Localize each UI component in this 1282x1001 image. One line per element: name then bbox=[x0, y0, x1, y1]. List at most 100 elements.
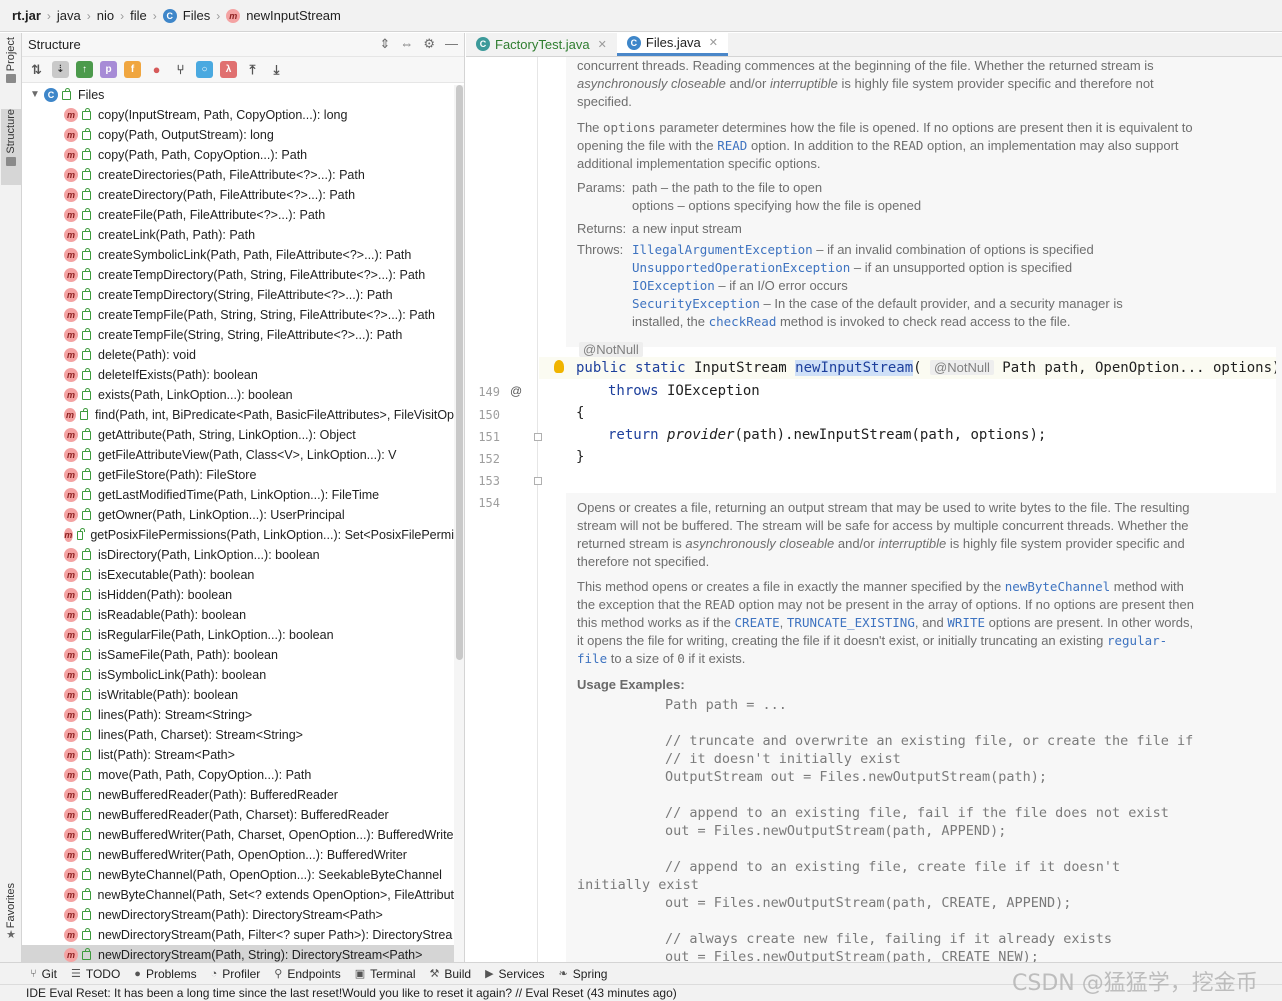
tree-item-method[interactable]: m createTempFile(String, String, FileAttr… bbox=[22, 325, 454, 345]
tree-item-method[interactable]: m newDirectoryStream(Path, String): Direc… bbox=[22, 945, 454, 962]
constant-link[interactable]: CREATE bbox=[735, 615, 780, 630]
sort-alphabetically-icon[interactable]: ⇣ bbox=[52, 61, 69, 78]
tree-item-method[interactable]: m getPosixFilePermissions(Path, LinkOptio… bbox=[22, 525, 454, 545]
autoscroll-to-source-icon[interactable]: ⤒ bbox=[244, 61, 261, 78]
constant-link[interactable]: WRITE bbox=[947, 615, 985, 630]
collapse-all-icon[interactable]: ⇔ bbox=[400, 36, 413, 52]
minimize-icon[interactable]: — bbox=[445, 36, 458, 52]
breadcrumb-item-java[interactable]: java bbox=[57, 8, 81, 23]
show-inherited-icon[interactable]: ↑ bbox=[76, 61, 93, 78]
tree-item-method[interactable]: m isDirectory(Path, LinkOption...): boole… bbox=[22, 545, 454, 565]
show-lambdas-filter-icon[interactable]: ⑂ bbox=[172, 61, 189, 78]
method-link[interactable]: checkRead bbox=[709, 314, 777, 329]
tree-item-method[interactable]: m createFile(Path, FileAttribute<?>...): … bbox=[22, 205, 454, 225]
tree-item-method[interactable]: m getAttribute(Path, String, LinkOption..… bbox=[22, 425, 454, 445]
sort-by-visibility-icon[interactable]: ⇅ bbox=[28, 61, 45, 78]
problems-tool-button[interactable]: ● Problems bbox=[134, 967, 196, 981]
tree-item-method[interactable]: m newBufferedReader(Path, Charset): Buffe… bbox=[22, 805, 454, 825]
tree-item-method[interactable]: m newDirectoryStream(Path, Filter<? super… bbox=[22, 925, 454, 945]
tree-item-method[interactable]: m move(Path, Path, CopyOption...): Path bbox=[22, 765, 454, 785]
tab-files[interactable]: C Files.java ✕ bbox=[616, 32, 729, 56]
tree-item-method[interactable]: m isReadable(Path): boolean bbox=[22, 605, 454, 625]
code-line-153[interactable]: } bbox=[576, 449, 584, 465]
structure-tool-tab[interactable]: Structure bbox=[1, 109, 21, 185]
tab-factorytest[interactable]: C FactoryTest.java ✕ bbox=[466, 32, 617, 56]
tree-item-method[interactable]: m newBufferedWriter(Path, Charset, OpenOp… bbox=[22, 825, 454, 845]
services-tool-button[interactable]: ▶ Services bbox=[485, 967, 544, 981]
tree-item-method[interactable]: m getFileStore(Path): FileStore bbox=[22, 465, 454, 485]
tree-item-method[interactable]: m deleteIfExists(Path): boolean bbox=[22, 365, 454, 385]
show-properties-icon[interactable]: p bbox=[100, 61, 117, 78]
tree-item-method[interactable]: m isRegularFile(Path, LinkOption...): boo… bbox=[22, 625, 454, 645]
expand-all-icon[interactable]: ⇕ bbox=[379, 36, 390, 52]
tree-item-method[interactable]: m newByteChannel(Path, OpenOption...): Se… bbox=[22, 865, 454, 885]
tree-item-method[interactable]: m createDirectories(Path, FileAttribute<?… bbox=[22, 165, 454, 185]
tree-item-method[interactable]: m getOwner(Path, LinkOption...): UserPrin… bbox=[22, 505, 454, 525]
code-line-149[interactable]: public static InputStream newInputStream… bbox=[576, 360, 1280, 376]
tree-root-files[interactable]: ▼ C Files bbox=[22, 85, 454, 105]
tree-item-method[interactable]: m newBufferedReader(Path): BufferedReader bbox=[22, 785, 454, 805]
spring-tool-button[interactable]: ❧ Spring bbox=[559, 967, 608, 981]
breadcrumb-item-files[interactable]: Files bbox=[183, 8, 210, 23]
tree-item-method[interactable]: m delete(Path): void bbox=[22, 345, 454, 365]
tree-item-method[interactable]: m isWritable(Path): boolean bbox=[22, 685, 454, 705]
breadcrumb-item-jar[interactable]: rt.jar bbox=[12, 8, 41, 23]
project-tool-tab[interactable]: Project bbox=[1, 37, 21, 99]
tree-item-method[interactable]: m list(Path): Stream<Path> bbox=[22, 745, 454, 765]
code-line-150[interactable]: throws IOException bbox=[608, 383, 760, 399]
method-link[interactable]: newByteChannel bbox=[1005, 579, 1110, 594]
terminal-tool-button[interactable]: ▣ Terminal bbox=[355, 967, 416, 981]
tree-item-method[interactable]: m createSymbolicLink(Path, Path, FileAttr… bbox=[22, 245, 454, 265]
code-area[interactable]: concurrent threads. Reading commences at… bbox=[539, 57, 1282, 962]
tree-item-method[interactable]: m copy(InputStream, Path, CopyOption...):… bbox=[22, 105, 454, 125]
breadcrumb-item-file[interactable]: file bbox=[130, 8, 147, 23]
exception-link[interactable]: UnsupportedOperationException bbox=[632, 260, 850, 275]
close-icon[interactable]: ✕ bbox=[709, 36, 718, 49]
todo-tool-button[interactable]: ☰ TODO bbox=[71, 967, 120, 981]
tree-item-method[interactable]: m lines(Path): Stream<String> bbox=[22, 705, 454, 725]
show-fields-icon[interactable]: f bbox=[124, 61, 141, 78]
chevron-down-icon[interactable]: ▼ bbox=[30, 85, 44, 105]
endpoints-tool-button[interactable]: ⚲ Endpoints bbox=[274, 967, 340, 981]
close-icon[interactable]: ✕ bbox=[598, 38, 607, 51]
exception-link[interactable]: SecurityException bbox=[632, 296, 760, 311]
tree-item-method[interactable]: m getFileAttributeView(Path, Class<V>, Li… bbox=[22, 445, 454, 465]
tree-item-method[interactable]: m createTempFile(Path, String, String, Fi… bbox=[22, 305, 454, 325]
autoscroll-from-source-icon[interactable]: ⤓ bbox=[268, 61, 285, 78]
show-anonymous-icon[interactable]: ○ bbox=[196, 61, 213, 78]
tree-item-method[interactable]: m createTempDirectory(Path, String, FileA… bbox=[22, 265, 454, 285]
tree-item-method[interactable]: m find(Path, int, BiPredicate<Path, Basic… bbox=[22, 405, 454, 425]
structure-scrollbar[interactable] bbox=[454, 85, 464, 962]
tree-item-method[interactable]: m isExecutable(Path): boolean bbox=[22, 565, 454, 585]
tree-item-method[interactable]: m newByteChannel(Path, Set<? extends Open… bbox=[22, 885, 454, 905]
tree-item-method[interactable]: m createTempDirectory(String, FileAttribu… bbox=[22, 285, 454, 305]
structure-scrollbar-thumb[interactable] bbox=[456, 85, 463, 660]
exception-link[interactable]: IOException bbox=[632, 278, 715, 293]
tree-item-method[interactable]: m newDirectoryStream(Path): DirectoryStre… bbox=[22, 905, 454, 925]
override-marker-icon[interactable]: @ bbox=[510, 384, 522, 398]
breadcrumb-item-nio[interactable]: nio bbox=[97, 8, 114, 23]
tree-item-method[interactable]: m createDirectory(Path, FileAttribute<?>.… bbox=[22, 185, 454, 205]
tree-item-method[interactable]: m lines(Path, Charset): Stream<String> bbox=[22, 725, 454, 745]
tree-item-method[interactable]: m exists(Path, LinkOption...): boolean bbox=[22, 385, 454, 405]
tree-item-method[interactable]: m isSameFile(Path, Path): boolean bbox=[22, 645, 454, 665]
constant-link[interactable]: TRUNCATE_EXISTING bbox=[787, 615, 915, 630]
code-line-152[interactable]: return provider(path).newInputStream(pat… bbox=[608, 427, 1046, 443]
build-tool-button[interactable]: ⚒ Build bbox=[430, 967, 472, 981]
breadcrumb-item-method[interactable]: newInputStream bbox=[246, 8, 341, 23]
gear-icon[interactable]: ⚙ bbox=[423, 36, 435, 52]
show-lambda-icon[interactable]: λ bbox=[220, 61, 237, 78]
exception-link[interactable]: IllegalArgumentException bbox=[632, 242, 813, 257]
show-non-public-icon[interactable]: ● bbox=[148, 61, 165, 78]
code-line-151[interactable]: { bbox=[576, 405, 584, 421]
tree-item-method[interactable]: m isSymbolicLink(Path): boolean bbox=[22, 665, 454, 685]
tree-item-method[interactable]: m isHidden(Path): boolean bbox=[22, 585, 454, 605]
tree-item-method[interactable]: m copy(Path, OutputStream): long bbox=[22, 125, 454, 145]
tree-item-method[interactable]: m getLastModifiedTime(Path, LinkOption...… bbox=[22, 485, 454, 505]
tree-item-method[interactable]: m createLink(Path, Path): Path bbox=[22, 225, 454, 245]
profiler-tool-button[interactable]: ◔ Profiler bbox=[211, 967, 261, 981]
tree-item-method[interactable]: m copy(Path, Path, CopyOption...): Path bbox=[22, 145, 454, 165]
favorites-tool-tab[interactable]: Favorites ★ bbox=[1, 883, 21, 955]
tree-item-method[interactable]: m newBufferedWriter(Path, OpenOption...):… bbox=[22, 845, 454, 865]
git-tool-button[interactable]: ⑂ Git bbox=[30, 967, 57, 981]
